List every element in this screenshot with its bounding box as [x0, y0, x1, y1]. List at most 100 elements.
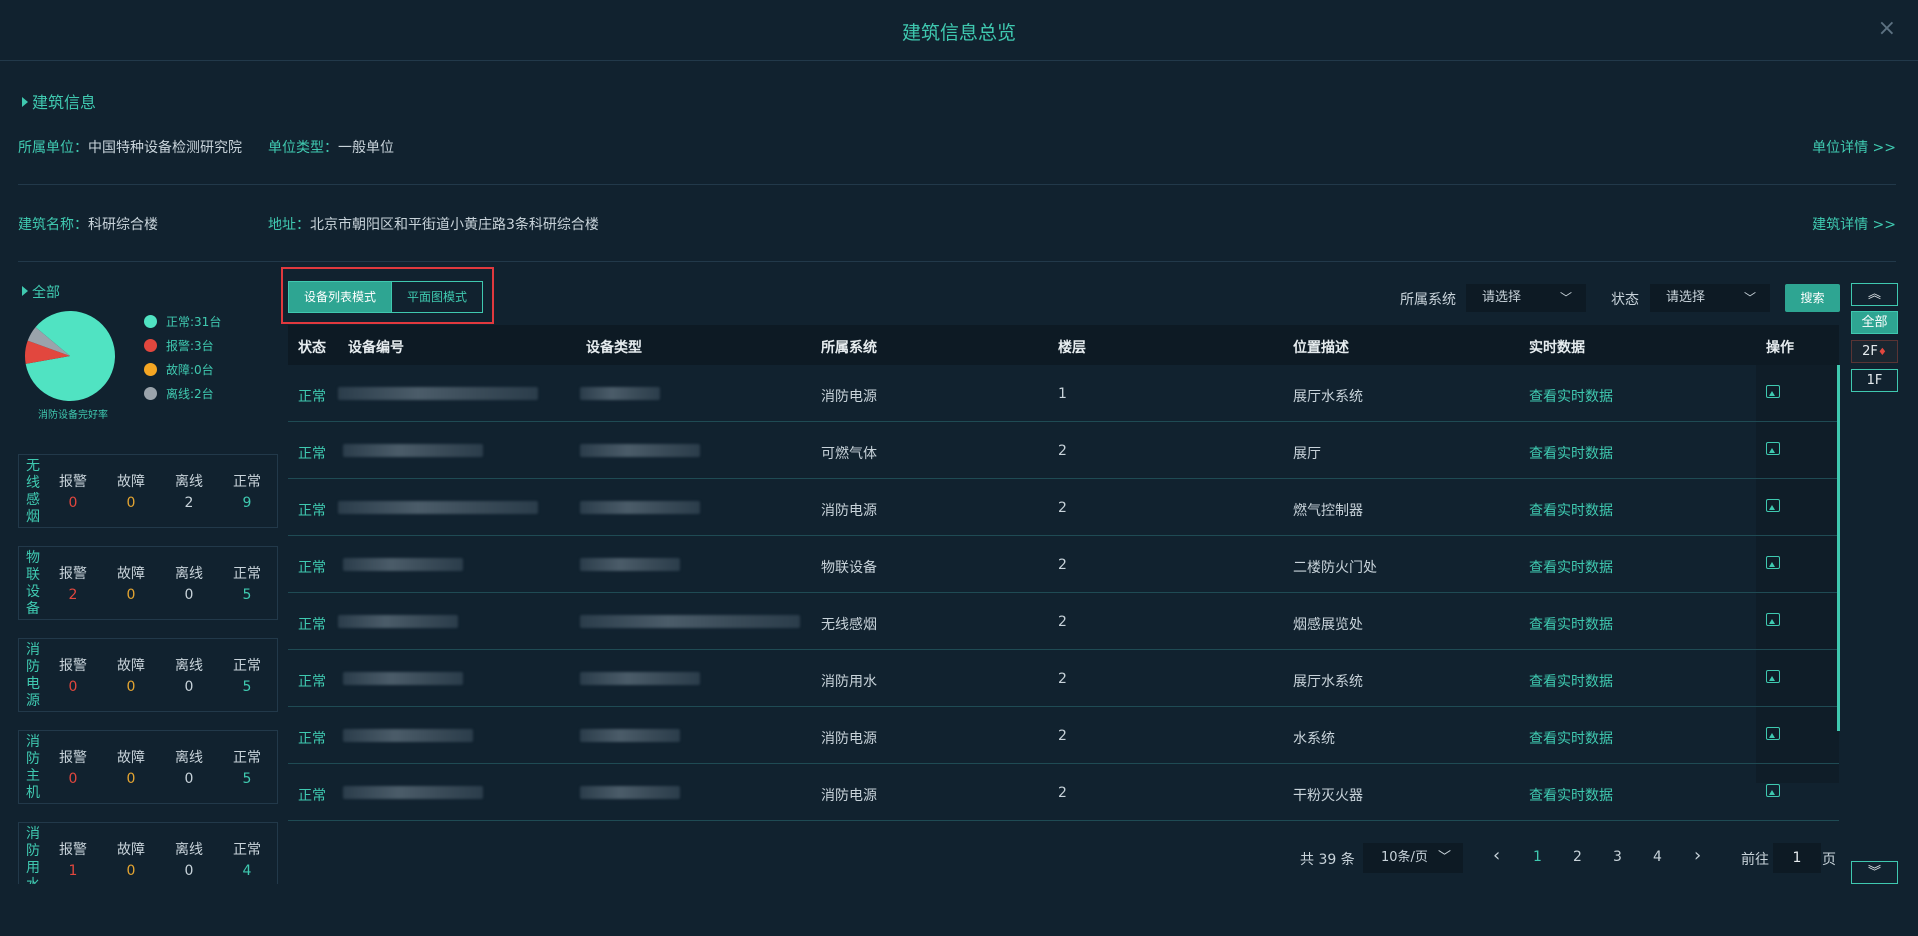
device-table: 状态 设备编号 设备类型 所属系统 楼层 位置描述 实时数据 操作 正常消防电源…	[288, 325, 1839, 821]
realtime-data-link[interactable]: 查看实时数据	[1529, 671, 1613, 691]
stat-label: 故障	[117, 658, 145, 674]
location-cell: 水系统	[1293, 731, 1335, 747]
location-cell: 展厅水系统	[1293, 674, 1363, 690]
unit-type-info: 单位类型：一般单位	[268, 137, 394, 157]
image-icon[interactable]	[1766, 499, 1780, 512]
stat-column: 正常 5	[225, 655, 269, 695]
category-card: 无线感烟 报警 0 故障 0 离线 2 正常 9	[18, 454, 278, 528]
prev-page-icon[interactable]: ‹	[1493, 845, 1500, 866]
realtime-data-link[interactable]: 查看实时数据	[1529, 443, 1613, 463]
unit-type-label: 单位类型：	[268, 140, 338, 156]
header-status: 状态	[298, 340, 326, 356]
page-size-select[interactable]: 10条/页 ﹀	[1363, 843, 1463, 873]
realtime-data-link[interactable]: 查看实时数据	[1529, 728, 1613, 748]
building-detail-link[interactable]: 建筑详情 >>	[1812, 214, 1896, 234]
stat-label: 报警	[59, 474, 87, 490]
unit-detail-link[interactable]: 单位详情 >>	[1812, 137, 1896, 157]
image-icon[interactable]	[1766, 670, 1780, 683]
floor-1f-button[interactable]: 1F	[1851, 369, 1898, 392]
system-cell: 消防电源	[821, 788, 877, 804]
status-cell: 正常	[298, 446, 326, 462]
all-filter[interactable]: 全部	[22, 282, 60, 302]
realtime-data-link[interactable]: 查看实时数据	[1529, 557, 1613, 577]
stat-label: 报警	[59, 566, 87, 582]
pie-caption: 消防设备完好率	[38, 410, 108, 421]
all-label: 全部	[32, 285, 60, 301]
stat-value: 9	[242, 495, 252, 511]
image-icon[interactable]	[1766, 442, 1780, 455]
stat-column: 离线 0	[167, 839, 211, 879]
redacted-device-type	[580, 444, 700, 457]
stat-value: 0	[126, 771, 136, 787]
system-filter-label: 所属系统	[1400, 292, 1456, 308]
location-cell: 干粉灭火器	[1293, 788, 1363, 804]
redacted-device-type	[580, 387, 660, 400]
redacted-device-id	[343, 444, 483, 457]
stat-label: 故障	[117, 566, 145, 582]
floor-up-icon[interactable]: ︽	[1851, 283, 1898, 306]
floor-2f-label: 2F	[1862, 344, 1878, 359]
realtime-data-link[interactable]: 查看实时数据	[1529, 614, 1613, 634]
floor-down-icon[interactable]: ︾	[1851, 861, 1898, 884]
image-icon[interactable]	[1766, 784, 1780, 797]
image-icon[interactable]	[1766, 727, 1780, 740]
building-name-value: 科研综合楼	[88, 217, 158, 233]
stat-label: 离线	[175, 474, 203, 490]
system-select[interactable]: 请选择 ﹀	[1466, 284, 1586, 312]
stat-column: 故障 0	[109, 839, 153, 879]
header-device-type: 设备类型	[586, 340, 642, 356]
table-scrollbar[interactable]	[1837, 365, 1840, 731]
page-1[interactable]: 1	[1533, 849, 1542, 865]
legend-dot-icon	[144, 315, 157, 328]
location-cell: 展厅水系统	[1293, 389, 1363, 405]
image-icon[interactable]	[1766, 556, 1780, 569]
unit-value: 中国特种设备检测研究院	[88, 140, 242, 156]
plan-mode-button[interactable]: 平面图模式	[391, 281, 483, 313]
status-select[interactable]: 请选择 ﹀	[1650, 284, 1770, 312]
system-cell: 可燃气体	[821, 446, 877, 462]
list-mode-button[interactable]: 设备列表模式	[288, 281, 392, 313]
status-cell: 正常	[298, 389, 326, 405]
legend-item: 正常:31台	[144, 313, 221, 330]
floor-cell: 2	[1058, 728, 1067, 744]
floor-cell: 2	[1058, 614, 1067, 630]
stat-value: 1	[68, 863, 78, 879]
stat-label: 离线	[175, 566, 203, 582]
building-info-heading: 建筑信息	[22, 89, 96, 113]
redacted-device-type	[580, 672, 700, 685]
status-pie-chart	[24, 311, 115, 401]
redacted-device-type	[580, 729, 680, 742]
category-name: 消防主机	[26, 734, 40, 801]
image-icon[interactable]	[1766, 613, 1780, 626]
realtime-data-link[interactable]: 查看实时数据	[1529, 500, 1613, 520]
realtime-data-link[interactable]: 查看实时数据	[1529, 785, 1613, 805]
redacted-device-type	[580, 501, 700, 514]
stat-column: 正常 5	[225, 563, 269, 603]
header-floor: 楼层	[1058, 340, 1086, 356]
chevron-down-icon: ﹀	[1559, 291, 1572, 305]
realtime-data-link[interactable]: 查看实时数据	[1529, 386, 1613, 406]
floor-cell: 1	[1058, 386, 1067, 402]
table-header: 状态 设备编号 设备类型 所属系统 楼层 位置描述 实时数据 操作	[288, 325, 1839, 365]
stat-label: 离线	[175, 658, 203, 674]
search-button[interactable]: 搜索	[1785, 284, 1840, 312]
legend-label: 正常:31台	[166, 315, 222, 329]
table-row: 正常 消防电源 2 干粉灭火器 查看实时数据	[288, 764, 1839, 821]
close-icon[interactable]: ×	[1878, 16, 1896, 41]
floor-2f-button[interactable]: 2F♦	[1851, 340, 1898, 363]
status-cell: 正常	[298, 731, 326, 747]
stat-label: 正常	[233, 842, 261, 858]
page-3[interactable]: 3	[1613, 849, 1622, 865]
stat-value: 0	[126, 863, 136, 879]
stat-value: 0	[126, 679, 136, 695]
page-2[interactable]: 2	[1573, 849, 1582, 865]
page-4[interactable]: 4	[1653, 849, 1662, 865]
system-cell: 消防用水	[821, 674, 877, 690]
floor-all-button[interactable]: 全部	[1851, 311, 1898, 334]
next-page-icon[interactable]: ›	[1694, 845, 1701, 866]
image-icon[interactable]	[1766, 385, 1780, 398]
stat-column: 故障 0	[109, 747, 153, 787]
goto-page-input[interactable]: 1	[1773, 843, 1821, 873]
header-realtime: 实时数据	[1529, 340, 1585, 356]
address-info: 地址：北京市朝阳区和平街道小黄庄路3条科研综合楼	[268, 214, 599, 234]
